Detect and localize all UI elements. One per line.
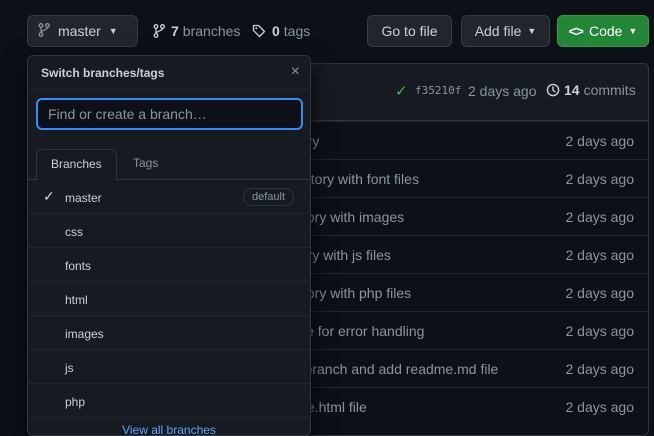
branch-search-input[interactable]: [36, 98, 303, 130]
view-all-branches-link[interactable]: View all branches: [28, 423, 310, 435]
file-commit-age: 2 days ago: [565, 399, 635, 415]
check-icon: ✓: [395, 83, 408, 100]
dropdown-title: Switch branches/tags: [41, 66, 165, 80]
branch-item-label: master: [65, 191, 102, 205]
tags-count: 0: [272, 23, 280, 39]
file-commit-message[interactable]: ctory with images: [296, 209, 404, 225]
branches-count: 7: [171, 23, 179, 39]
branches-text: branches: [182, 23, 241, 39]
add-file-label: Add file: [474, 23, 522, 39]
add-file-button[interactable]: Add file ▼: [461, 15, 550, 47]
branch-item-php[interactable]: php: [28, 384, 310, 418]
check-icon: ✓: [43, 188, 55, 204]
file-commit-age: 2 days ago: [565, 285, 635, 301]
file-commit-age: 2 days ago: [565, 171, 635, 187]
file-commit-age: 2 days ago: [565, 361, 635, 377]
branch-item-js[interactable]: js: [28, 350, 310, 384]
git-branch-icon: [38, 22, 50, 40]
code-icon: <>: [568, 23, 584, 39]
repo-toolbar: master ▼ 7 branches 0 tags Go to file Ad…: [0, 0, 654, 50]
branch-item-master[interactable]: ✓ master default: [28, 180, 310, 214]
branch-select-label: master: [58, 23, 101, 39]
caret-down-icon: ▼: [628, 26, 638, 36]
branch-item-label: html: [65, 293, 88, 307]
branch-item-label: php: [65, 395, 86, 409]
branch-switcher-dropdown: Switch branches/tags × Branches Tags ✓ m…: [27, 55, 311, 436]
branch-item-css[interactable]: css: [28, 214, 310, 248]
branch-item-label: fonts: [65, 259, 92, 273]
file-commit-message[interactable]: ectory with font files: [296, 171, 419, 187]
code-label: Code: [588, 23, 623, 39]
git-branch-icon: [153, 24, 165, 38]
branch-item-html[interactable]: html: [28, 282, 310, 316]
commits-text: commits: [583, 82, 636, 98]
tags-link[interactable]: 0 tags: [252, 15, 310, 47]
tag-icon: [252, 24, 266, 38]
commits-link[interactable]: 14 commits: [546, 82, 636, 98]
branch-item-fonts[interactable]: fonts: [28, 248, 310, 282]
dropdown-tabs: Branches Tags: [28, 149, 310, 181]
latest-commit-age: 2 days ago: [468, 83, 537, 99]
branch-item-label: images: [65, 327, 104, 341]
branch-item-label: js: [65, 361, 74, 375]
branch-select-button[interactable]: master ▼: [27, 15, 138, 47]
tab-branches[interactable]: Branches: [36, 149, 117, 181]
file-commit-age: 2 days ago: [565, 133, 635, 149]
tags-text: tags: [283, 23, 311, 39]
file-commit-age: 2 days ago: [565, 209, 635, 225]
file-commit-age: 2 days ago: [565, 323, 635, 339]
commit-sha[interactable]: f35210f: [415, 84, 461, 97]
commits-count: 14: [564, 82, 580, 98]
file-commit-message[interactable]: file for error handling: [296, 323, 424, 339]
file-commit-age: 2 days ago: [565, 247, 635, 263]
file-commit-message[interactable]: ctory with php files: [296, 285, 411, 301]
branch-item-images[interactable]: images: [28, 316, 310, 350]
code-button[interactable]: <> Code ▼: [557, 15, 649, 47]
go-to-file-label: Go to file: [381, 23, 438, 39]
close-icon[interactable]: ×: [291, 63, 300, 81]
default-badge: default: [242, 188, 294, 206]
caret-down-icon: ▼: [108, 26, 118, 36]
go-to-file-button[interactable]: Go to file: [367, 15, 452, 47]
history-icon: [546, 83, 560, 97]
tab-tags[interactable]: Tags: [119, 149, 172, 180]
branch-item-label: css: [65, 225, 83, 239]
caret-down-icon: ▼: [527, 26, 537, 36]
dropdown-header: Switch branches/tags ×: [28, 56, 310, 90]
branches-link[interactable]: 7 branches: [153, 15, 240, 47]
file-commit-message[interactable]: r branch and add readme.md file: [296, 361, 498, 377]
